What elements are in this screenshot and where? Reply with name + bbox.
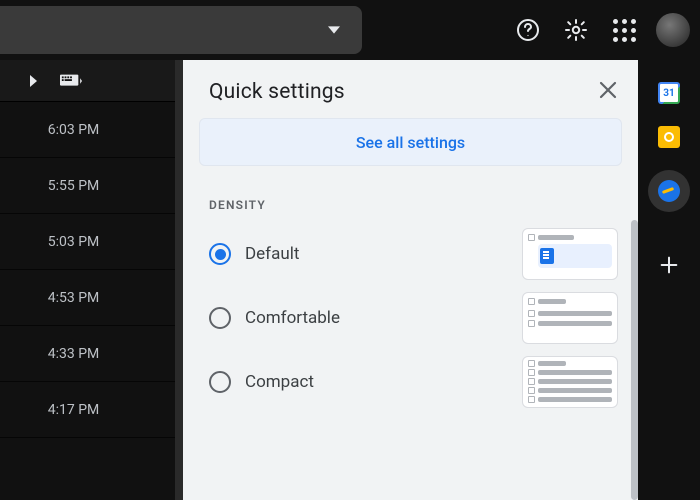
keep-app-icon[interactable] [658, 126, 680, 148]
account-avatar[interactable] [656, 13, 690, 47]
list-item[interactable]: 5:55 PM [0, 158, 175, 214]
panel-title: Quick settings [209, 80, 345, 104]
density-option-compact[interactable]: Compact [183, 350, 638, 414]
list-item[interactable]: 5:03 PM [0, 214, 175, 270]
list-item[interactable]: 4:33 PM [0, 326, 175, 382]
density-preview-compact [522, 356, 618, 408]
time-list: 6:03 PM 5:55 PM 5:03 PM 4:53 PM 4:33 PM … [0, 102, 175, 438]
caret-down-icon [328, 24, 340, 36]
search-filter-dropdown[interactable] [0, 6, 362, 54]
input-tools-icon[interactable] [60, 74, 82, 88]
help-icon [516, 18, 540, 42]
radio-unselected[interactable] [209, 307, 231, 329]
app-header [0, 0, 700, 60]
close-button[interactable] [598, 80, 618, 104]
apps-grid-icon [613, 19, 636, 42]
add-sidebar-app-button[interactable] [658, 254, 680, 280]
density-label: Comfortable [245, 308, 508, 328]
tasks-app-button-active[interactable] [648, 170, 690, 212]
right-sidebar [638, 60, 700, 500]
divider [175, 60, 183, 500]
see-all-settings-button[interactable]: See all settings [199, 118, 622, 166]
list-item[interactable]: 4:53 PM [0, 270, 175, 326]
list-item[interactable]: 4:17 PM [0, 382, 175, 438]
chevron-right-icon[interactable] [28, 75, 40, 87]
scrollbar[interactable] [631, 220, 638, 500]
list-item[interactable]: 6:03 PM [0, 102, 175, 158]
tasks-app-icon [658, 180, 680, 202]
calendar-app-icon[interactable] [658, 82, 680, 104]
help-button[interactable] [506, 8, 550, 52]
gear-icon [564, 18, 588, 42]
timestamp: 4:17 PM [48, 402, 100, 418]
close-icon [598, 80, 618, 100]
settings-button[interactable] [554, 8, 598, 52]
timestamp: 5:03 PM [48, 234, 100, 250]
apps-launcher-button[interactable] [602, 8, 646, 52]
radio-selected[interactable] [209, 243, 231, 265]
density-preview-default [522, 228, 618, 280]
density-label: Compact [245, 372, 508, 392]
density-option-comfortable[interactable]: Comfortable [183, 286, 638, 350]
quick-settings-panel: Quick settings See all settings DENSITY … [183, 60, 638, 500]
header-actions [506, 8, 700, 52]
plus-icon [658, 254, 680, 276]
radio-unselected[interactable] [209, 371, 231, 393]
message-list-column: 6:03 PM 5:55 PM 5:03 PM 4:53 PM 4:33 PM … [0, 60, 175, 500]
density-preview-comfortable [522, 292, 618, 344]
timestamp: 4:33 PM [48, 346, 100, 362]
timestamp: 6:03 PM [48, 122, 100, 138]
list-toolbar [0, 60, 175, 102]
density-section-label: DENSITY [183, 174, 638, 222]
density-label: Default [245, 244, 508, 264]
timestamp: 5:55 PM [48, 178, 100, 194]
density-option-default[interactable]: Default [183, 222, 638, 286]
timestamp: 4:53 PM [48, 290, 100, 306]
